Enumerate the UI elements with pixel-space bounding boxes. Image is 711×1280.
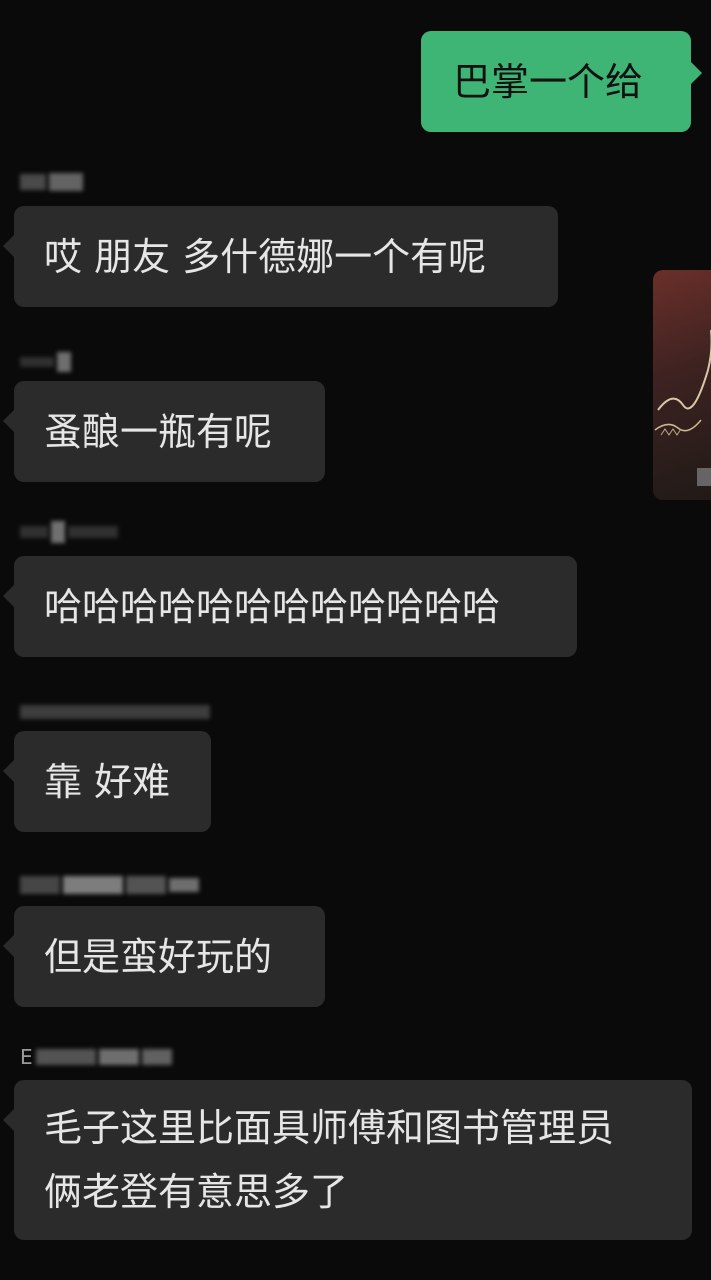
incoming-message-bubble[interactable]: 但是蛮好玩的 [3,906,325,1007]
sender-name [20,873,199,897]
sender-name [20,170,83,194]
incoming-message-bubble[interactable]: 蚤酿一瓶有呢 [3,381,325,482]
incoming-message-bubble[interactable]: 靠 好难 [3,731,211,832]
sender-name [20,700,210,724]
blurred-name [20,526,48,538]
message-text-line-1: 毛子这里比面具师傅和图书管理员 [44,1106,615,1150]
blurred-name [35,1049,96,1065]
blurred-name [63,876,123,894]
message-text: 巴掌一个给 [453,60,644,104]
message-text: 哎 朋友 多什德娜一个有呢 [44,235,487,279]
blurred-name [51,521,65,543]
blurred-name [57,352,71,372]
image-thumbnail[interactable] [653,270,711,500]
blurred-name [20,174,46,190]
message-text: 但是蛮好玩的 [44,935,273,979]
blurred-name [169,878,199,892]
blurred-name [20,876,60,894]
incoming-message-bubble[interactable]: 哎 朋友 多什德娜一个有呢 [3,206,558,307]
message-text: 靠 好难 [44,760,171,804]
incoming-message-bubble[interactable]: 毛子这里比面具师傅和图书管理员 俩老登有意思多了 [3,1080,692,1240]
blurred-name [20,357,54,367]
blurred-name [49,173,83,191]
chat-view: 巴掌一个给 哎 朋友 多什德娜一个有呢 蚤酿一瓶有呢 哈哈哈哈哈哈哈哈哈哈哈哈 [0,0,711,1280]
blurred-name [20,705,210,719]
blurred-name [68,526,118,538]
blurred-name [126,876,166,894]
sender-name [20,350,71,374]
incoming-message-bubble[interactable]: 哈哈哈哈哈哈哈哈哈哈哈哈 [3,556,577,657]
message-text: 蚤酿一瓶有呢 [44,410,273,454]
message-text: 哈哈哈哈哈哈哈哈哈哈哈哈 [44,585,501,629]
sender-name: E [20,1045,172,1069]
sender-name [20,520,118,544]
sender-initial: E [20,1045,33,1069]
image-thumbnail-art [654,330,711,486]
outgoing-message-bubble[interactable]: 巴掌一个给 [421,31,702,132]
blurred-name [98,1049,139,1065]
blurred-name [141,1049,172,1065]
message-text-line-2: 俩老登有意思多了 [44,1170,349,1214]
